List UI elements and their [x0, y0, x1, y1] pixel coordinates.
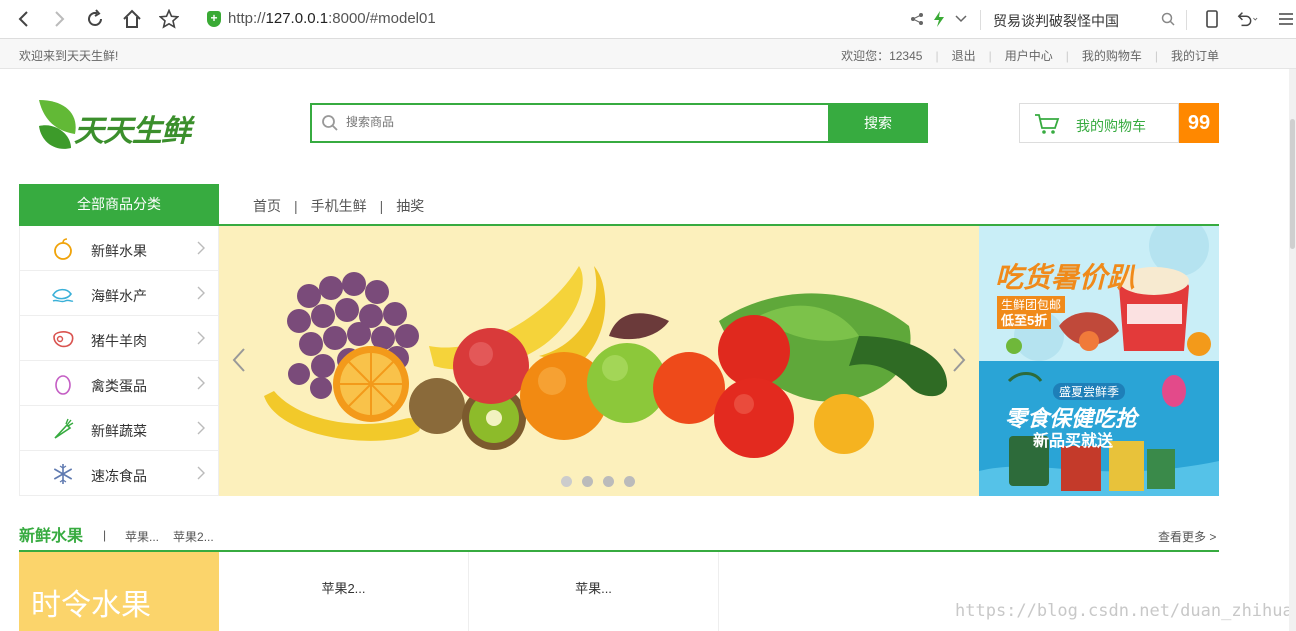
watermark-text: https://blog.csdn.net/duan_zhihua: [955, 601, 1293, 621]
fruit-icon: [54, 238, 72, 260]
search-input[interactable]: [346, 115, 806, 129]
chevron-right-icon: [197, 286, 205, 300]
fruit-banner-image: [219, 226, 979, 496]
category-item-frozen[interactable]: 速冻食品: [20, 451, 218, 496]
chevron-down-icon[interactable]: [950, 8, 972, 30]
chevron-right-icon: [197, 421, 205, 435]
carousel-dot[interactable]: [603, 476, 614, 487]
all-categories-button[interactable]: 全部商品分类: [19, 184, 219, 225]
user-center-link[interactable]: 用户中心: [1005, 47, 1053, 64]
category-item-vegetable[interactable]: 新鲜蔬菜: [20, 406, 218, 451]
view-more-link[interactable]: 查看更多 >: [1158, 528, 1216, 545]
search-icon: [322, 115, 338, 131]
seafood-icon: [52, 288, 74, 303]
cart-label: 我的购物车: [1076, 118, 1146, 134]
back-icon[interactable]: [13, 8, 35, 30]
cart-button[interactable]: 我的购物车: [1019, 103, 1179, 143]
promo-snacks-sub: 盛夏尝鲜季: [1053, 383, 1126, 400]
top-info-bar: 欢迎来到天天生鲜! 欢迎您：12345 | 退出 | 用户中心 | 我的购物车 …: [0, 39, 1296, 69]
scrollbar-thumb[interactable]: [1290, 119, 1295, 249]
my-cart-link[interactable]: 我的购物车: [1082, 47, 1142, 64]
hero-carousel[interactable]: [219, 226, 979, 496]
browser-toolbar: + http://127.0.0.1:8000/#model01 贸易谈判破裂怪…: [0, 0, 1296, 39]
product-name[interactable]: 苹果...: [469, 578, 718, 597]
undo-icon[interactable]: [1236, 8, 1258, 30]
nav-mobile-fresh-link[interactable]: 手机生鲜: [311, 196, 367, 216]
seasonal-fruit-label: 时令水果: [31, 589, 151, 622]
section-sub-links: 苹果... 苹果2...: [125, 528, 228, 545]
section-link[interactable]: 苹果2...: [173, 530, 214, 544]
promo-snacks-gift: 新品买就送: [1033, 433, 1114, 450]
main-nav: 首页 | 手机生鲜 | 抽奖: [253, 196, 425, 216]
product-card[interactable]: 苹果...: [469, 552, 719, 631]
share-icon[interactable]: [906, 8, 928, 30]
carousel-dot[interactable]: [561, 476, 572, 487]
secure-shield-icon: +: [207, 11, 221, 27]
nav-home-link[interactable]: 首页: [253, 196, 281, 216]
category-item-egg[interactable]: 禽类蛋品: [20, 361, 218, 406]
product-name[interactable]: 苹果2...: [219, 578, 468, 597]
welcome-text: 欢迎来到天天生鲜!: [19, 49, 119, 63]
chevron-right-icon: [197, 241, 205, 255]
shopping-cart-icon: [1035, 114, 1060, 134]
product-card[interactable]: 苹果2...: [219, 552, 469, 631]
my-orders-link[interactable]: 我的订单: [1171, 47, 1219, 64]
category-item-meat[interactable]: 猪牛羊肉: [20, 316, 218, 361]
bookmark-star-icon[interactable]: [158, 8, 180, 30]
cart-count-badge: 99: [1179, 103, 1219, 143]
tablet-icon[interactable]: [1201, 8, 1223, 30]
section-title-fruit: 新鲜水果: [19, 528, 84, 545]
logout-link[interactable]: 退出: [952, 47, 976, 64]
lightning-icon[interactable]: [928, 8, 950, 30]
nav-lottery-link[interactable]: 抽奖: [396, 196, 424, 216]
carousel-next-icon[interactable]: [949, 346, 969, 374]
logo-text: 天天生鲜: [74, 115, 191, 148]
carousel-dot[interactable]: [624, 476, 635, 487]
section-link[interactable]: 苹果...: [125, 530, 159, 544]
forward-icon[interactable]: [48, 8, 70, 30]
promo-banner-snacks[interactable]: 盛夏尝鲜季 零食保健吃抢 新品买就送: [979, 361, 1219, 496]
chevron-right-icon: [197, 466, 205, 480]
browser-search-field[interactable]: 贸易谈判破裂怪中国: [993, 11, 1119, 31]
snowflake-icon: [53, 464, 73, 484]
egg-icon: [55, 375, 71, 395]
category-item-seafood[interactable]: 海鲜水产: [20, 271, 218, 316]
category-sidebar: 新鲜水果 海鲜水产 猪牛羊肉 禽类蛋品 新鲜蔬菜 速冻食品: [19, 226, 219, 496]
chevron-right-icon: [197, 331, 205, 345]
product-search-box: [310, 103, 828, 143]
search-button[interactable]: 搜索: [828, 103, 928, 143]
category-item-fruit[interactable]: 新鲜水果: [20, 226, 218, 271]
carousel-dot[interactable]: [582, 476, 593, 487]
meat-icon: [53, 331, 74, 348]
reload-icon[interactable]: [84, 8, 106, 30]
promo-summer-discount: 低至5折: [997, 310, 1052, 329]
page-scrollbar[interactable]: [1289, 69, 1296, 631]
menu-icon[interactable]: [1275, 8, 1296, 30]
home-icon[interactable]: [121, 8, 143, 30]
chevron-right-icon: [197, 376, 205, 390]
promo-summer-title: 吃货暑价趴: [995, 262, 1136, 293]
carousel-indicators: [561, 476, 645, 487]
promo-banner-summer-sale[interactable]: 吃货暑价趴 生鲜团包邮 低至5折: [979, 226, 1219, 361]
vegetable-icon: [54, 418, 74, 439]
seasonal-fruit-banner[interactable]: 时令水果: [19, 552, 219, 631]
carousel-prev-icon[interactable]: [229, 346, 249, 374]
address-bar[interactable]: http://127.0.0.1:8000/#model01: [228, 10, 436, 27]
search-icon[interactable]: [1157, 8, 1179, 30]
user-greeting: 欢迎您：12345: [841, 49, 923, 63]
